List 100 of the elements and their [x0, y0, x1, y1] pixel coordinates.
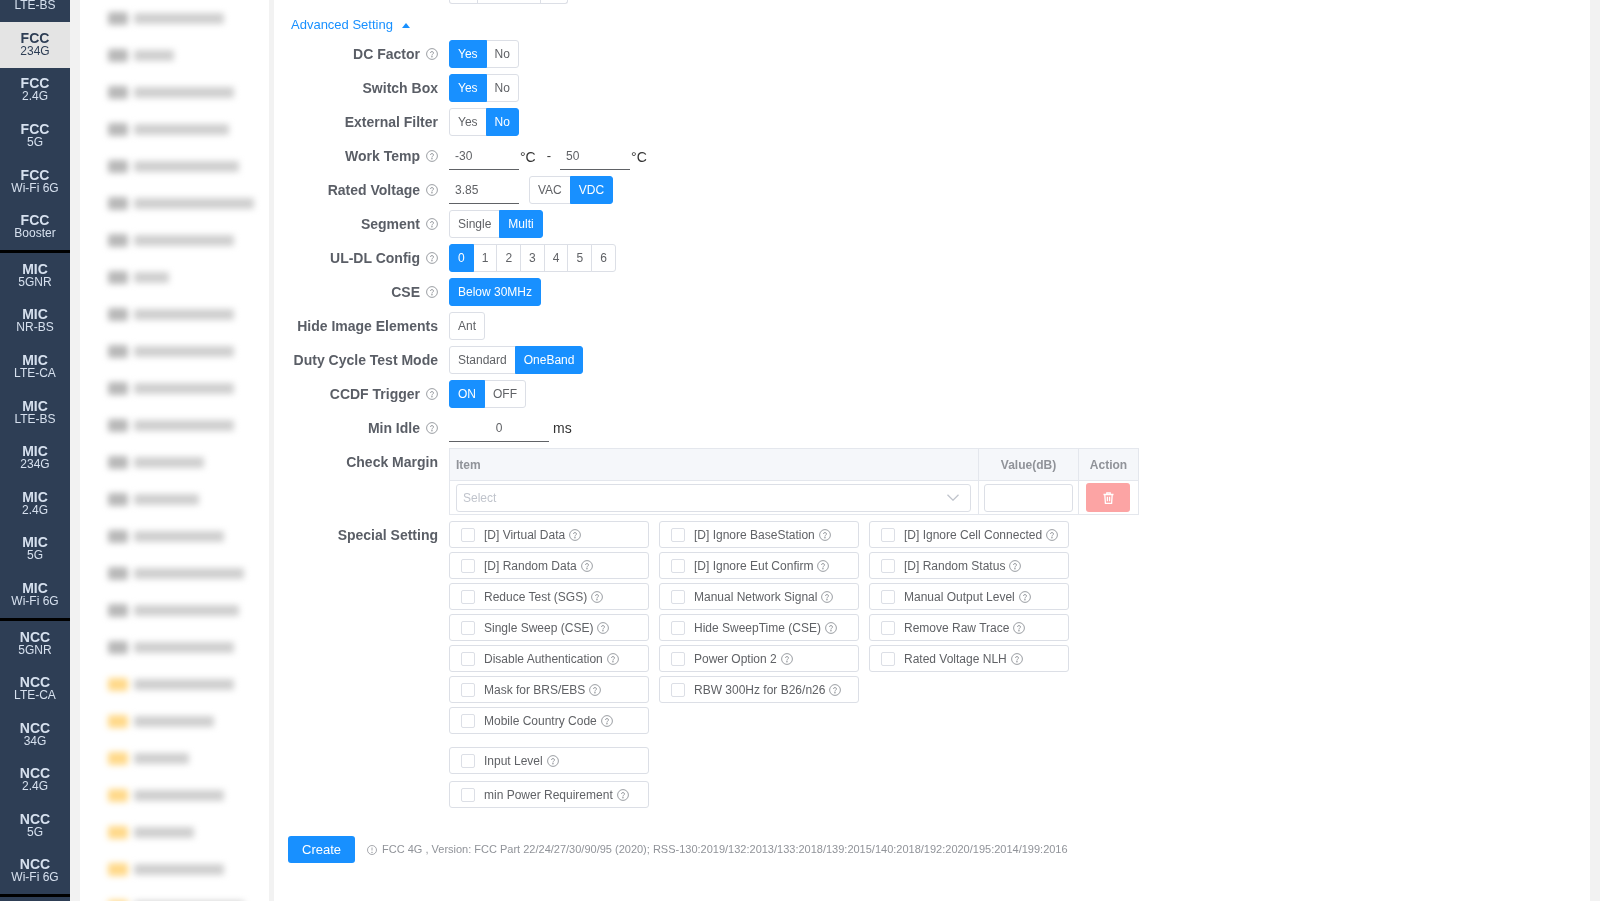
checkbox[interactable] [461, 589, 475, 604]
field-label: CSE [391, 282, 420, 302]
field-label: UL-DL Config [330, 248, 420, 268]
checkbox-option[interactable]: Single Sweep (CSE) [449, 614, 649, 641]
checkbox[interactable] [461, 682, 475, 697]
help-icon [780, 652, 793, 665]
checkbox[interactable] [461, 620, 475, 635]
field-label: Duty Cycle Test Mode [293, 350, 438, 370]
checkbox-option[interactable]: Remove Raw Trace [869, 614, 1069, 641]
checkbox[interactable] [671, 651, 685, 666]
checkbox-option[interactable]: RBW 300Hz for B26/n26 [659, 676, 859, 703]
checkbox[interactable] [671, 620, 685, 635]
table-header-cell: Item [449, 448, 979, 481]
checkbox-option[interactable]: Manual Network Signal [659, 583, 859, 610]
help-icon [818, 528, 831, 541]
checkbox[interactable] [671, 682, 685, 697]
version-note: FCC 4G , Version: FCC Part 22/24/27/30/90/95 (2020); RSS-130:2019/132:2013/133:2018/139:2015/140:2018/192:2020/195:2014/199:2016 [382, 842, 1068, 858]
checkbox[interactable] [881, 589, 895, 604]
checkbox[interactable] [671, 527, 685, 542]
segment-button[interactable]: Single [449, 210, 501, 238]
checkbox[interactable] [461, 527, 475, 542]
field-label: External Filter [344, 112, 438, 132]
help-icon [829, 683, 842, 696]
help-icon [1010, 652, 1023, 665]
checkbox-option[interactable]: Reduce Test (SGS) [449, 583, 649, 610]
table-header-cell: Action [1078, 448, 1139, 481]
segment-button[interactable]: 6 [591, 244, 616, 272]
range-separator: - [546, 147, 552, 166]
info-icon [367, 844, 378, 855]
checkbox[interactable] [671, 558, 685, 573]
option-label: [D] Ignore BaseStation [694, 526, 815, 544]
advanced-setting-toggle[interactable]: Advanced Setting [291, 17, 410, 33]
help-icon [589, 683, 602, 696]
help-icon [821, 590, 834, 603]
checkbox-option[interactable]: Disable Authentication [449, 645, 649, 672]
segment-button[interactable]: Standard [449, 346, 516, 374]
unit-label: °C [631, 148, 647, 167]
option-label: Disable Authentication [484, 650, 603, 668]
option-label: Manual Output Level [904, 588, 1015, 606]
option-label: [D] Random Status [904, 557, 1006, 575]
checkbox-option[interactable]: [D] Virtual Data [449, 521, 649, 548]
checkbox[interactable] [461, 713, 475, 728]
help-icon [1018, 590, 1031, 603]
help-icon [1009, 559, 1022, 572]
option-label: Mask for BRS/EBS [484, 681, 586, 699]
segment-button[interactable]: Yes [449, 108, 487, 136]
checkbox[interactable] [881, 651, 895, 666]
option-label: [D] Random Data [484, 557, 577, 575]
checkbox-option[interactable]: Manual Output Level [869, 583, 1069, 610]
field-label: Min Idle [367, 418, 420, 438]
field-label: Switch Box [362, 78, 438, 98]
option-label: [D] Ignore Cell Connected [904, 526, 1043, 544]
help-icon [597, 621, 610, 634]
checkbox[interactable] [881, 527, 895, 542]
checkbox-option[interactable]: Mask for BRS/EBS [449, 676, 649, 703]
segment-button[interactable]: 2 [496, 244, 522, 272]
option-label: min Power Requirement [484, 786, 613, 804]
help-icon [817, 559, 830, 572]
checkbox-option[interactable]: [D] Ignore BaseStation [659, 521, 859, 548]
segment-button[interactable]: Ant [449, 312, 485, 340]
checkbox-option[interactable]: [D] Random Data [449, 552, 649, 579]
checkbox-option[interactable]: Mobile Country Code [449, 707, 649, 734]
segment-button[interactable]: No [485, 74, 519, 102]
checkbox-option[interactable]: [D] Ignore Cell Connected [869, 521, 1069, 548]
checkbox[interactable] [461, 753, 475, 768]
segment-button[interactable]: 5 [567, 244, 593, 272]
delete-button[interactable] [1086, 483, 1130, 512]
help-icon [569, 528, 582, 541]
trash-icon [1102, 491, 1114, 504]
option-label: Remove Raw Trace [904, 619, 1010, 637]
help-icon [1013, 621, 1026, 634]
help-icon [546, 754, 559, 767]
checkbox[interactable] [461, 651, 475, 666]
field-label: Special Setting [337, 525, 438, 545]
checkbox-option[interactable]: [D] Ignore Eut Confirm [659, 552, 859, 579]
field-label: Rated Voltage [327, 180, 420, 200]
checkbox[interactable] [461, 787, 475, 802]
field-label: Work Temp [345, 146, 420, 166]
checkbox-option[interactable]: Rated Voltage NLH [869, 645, 1069, 672]
help-icon [600, 714, 613, 727]
checkbox[interactable] [881, 620, 895, 635]
help-icon [591, 590, 604, 603]
checkbox[interactable] [461, 558, 475, 573]
segment-button[interactable]: OFF [484, 380, 526, 408]
checkbox-option[interactable]: [D] Random Status [869, 552, 1069, 579]
segment-button[interactable]: 3 [520, 244, 545, 272]
value-input[interactable] [984, 483, 1073, 512]
checkbox-option[interactable]: min Power Requirement [449, 781, 649, 808]
sidebar-item[interactable]: FCC 234G [0, 22, 70, 68]
checkbox-option[interactable]: Input Level [449, 747, 649, 774]
checkbox-option[interactable]: Hide SweepTime (CSE) [659, 614, 859, 641]
segment-button[interactable]: No [485, 40, 519, 68]
option-label: Rated Voltage NLH [904, 650, 1007, 668]
checkbox[interactable] [881, 558, 895, 573]
segment-button[interactable]: VAC [529, 176, 571, 204]
field-label: DC Factor [353, 44, 420, 64]
checkbox[interactable] [671, 589, 685, 604]
checkbox-option[interactable]: Power Option 2 [659, 645, 859, 672]
option-label: Hide SweepTime (CSE) [694, 619, 821, 637]
help-icon [616, 788, 629, 801]
